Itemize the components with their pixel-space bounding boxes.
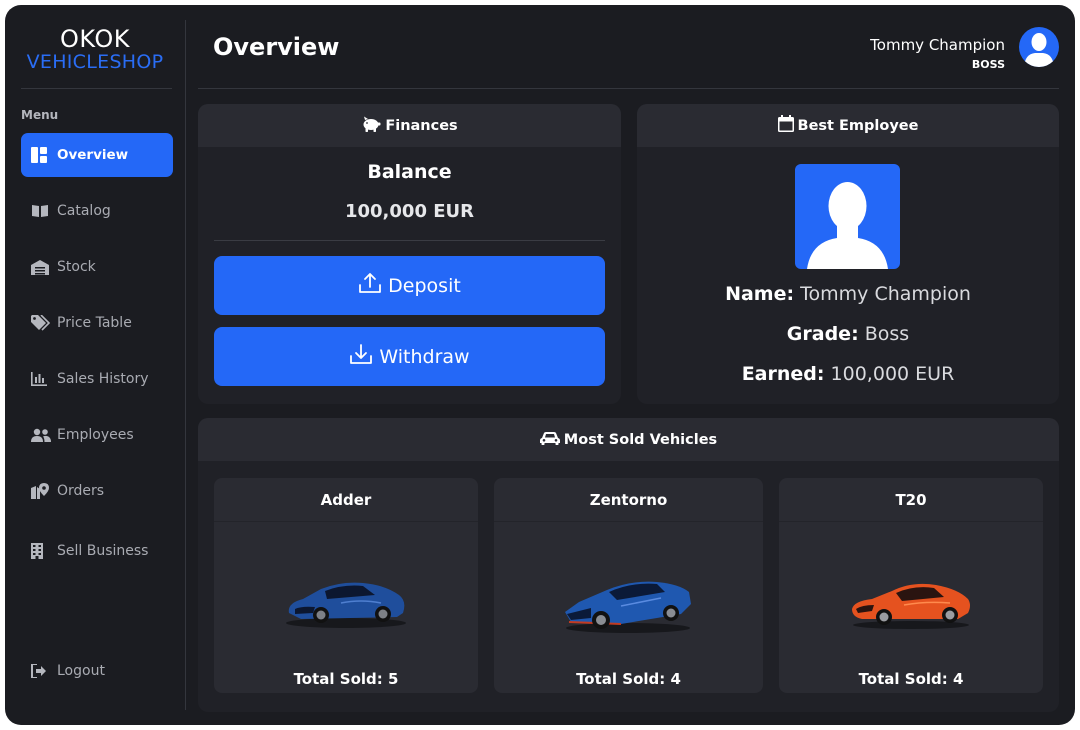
employee-grade-row: Grade: Boss: [637, 323, 1059, 345]
employee-grade-label: Grade:: [786, 323, 859, 345]
vehicle-image: [494, 538, 763, 668]
balance-value: 100,000 EUR: [344, 201, 475, 222]
sidebar-item-sales-history[interactable]: Sales History: [21, 357, 173, 401]
most-sold-panel: Most Sold Vehicles Adder Total Sold: 5 Z…: [198, 418, 1059, 712]
balance-label: Balance: [367, 161, 452, 183]
dashboard-icon: [31, 147, 53, 163]
sidebar-item-label: Sell Business: [57, 543, 149, 559]
sidebar-item-label: Price Table: [57, 315, 132, 331]
warehouse-icon: [31, 259, 53, 275]
piggy-bank-icon: [361, 116, 381, 136]
logout-button[interactable]: Logout: [21, 649, 173, 693]
car-icon: [539, 431, 560, 449]
sidebar-item-label: Sales History: [57, 371, 149, 387]
user-grade: BOSS: [971, 58, 1005, 71]
calendar-icon: [777, 115, 794, 136]
user-name: Tommy Champion: [870, 36, 1005, 54]
sidebar-item-employees[interactable]: Employees: [21, 413, 173, 457]
best-employee-header: Best Employee: [637, 104, 1059, 147]
sidebar-item-overview[interactable]: Overview: [21, 133, 173, 177]
logout-label: Logout: [57, 663, 105, 679]
sign-out-icon: [31, 663, 53, 679]
employee-grade-value: Boss: [864, 323, 910, 345]
brand-logo-bottom: VEHICLESHOP: [26, 51, 164, 73]
vehicle-name: T20: [779, 478, 1043, 522]
upload-icon: [358, 272, 382, 299]
sidebar-item-catalog[interactable]: Catalog: [21, 189, 173, 233]
finances-title: Finances: [385, 117, 458, 134]
sidebar-divider: [185, 20, 186, 710]
vehicle-total-sold: Total Sold: 4: [576, 670, 681, 688]
most-sold-header: Most Sold Vehicles: [198, 418, 1059, 461]
sidebar-item-sell-business[interactable]: Sell Business: [21, 529, 173, 573]
vehicle-image: [779, 538, 1043, 668]
book-icon: [31, 203, 53, 219]
vehicle-name: Zentorno: [494, 478, 763, 522]
vehicle-card-zentorno[interactable]: Zentorno Total Sold: 4: [494, 478, 763, 693]
employee-name-row: Name: Tommy Champion: [637, 283, 1059, 305]
vehicle-card-t20[interactable]: T20 Total Sold: 4: [779, 478, 1043, 693]
header-divider: [198, 88, 1059, 89]
bar-chart-icon: [31, 371, 53, 387]
page-title: Overview: [213, 33, 340, 61]
employee-earned-row: Earned: 100,000 EUR: [637, 363, 1059, 385]
employee-earned-value: 100,000 EUR: [830, 363, 955, 385]
menu-title: Menu: [21, 108, 59, 122]
vehicle-name: Adder: [214, 478, 478, 522]
sidebar-item-label: Employees: [57, 427, 134, 443]
sidebar-item-stock[interactable]: Stock: [21, 245, 173, 289]
tags-icon: [31, 315, 53, 331]
app-window: OKOK VEHICLESHOP Menu Overview Catalog S…: [5, 5, 1075, 725]
finances-header: Finances: [198, 104, 621, 147]
employee-earned-label: Earned:: [741, 363, 825, 385]
brand-logo: OKOK VEHICLESHOP: [5, 27, 185, 72]
vehicle-card-adder[interactable]: Adder Total Sold: 5: [214, 478, 478, 693]
sidebar-item-label: Catalog: [57, 203, 111, 219]
most-sold-title: Most Sold Vehicles: [563, 431, 718, 448]
employee-name-label: Name:: [725, 283, 795, 305]
best-employee-panel: Best Employee Name: Tommy Champion Grade…: [637, 104, 1059, 404]
best-employee-title: Best Employee: [797, 117, 919, 134]
divider: [21, 88, 172, 89]
download-icon: [349, 343, 373, 370]
sidebar-item-price-table[interactable]: Price Table: [21, 301, 173, 345]
vehicle-image: [214, 538, 478, 668]
brand-logo-top: OKOK: [60, 25, 130, 53]
sidebar-item-label: Overview: [57, 147, 129, 163]
withdraw-label: Withdraw: [379, 345, 470, 368]
vehicle-total-sold: Total Sold: 4: [858, 670, 964, 688]
sidebar: OKOK VEHICLESHOP Menu Overview Catalog S…: [5, 5, 185, 725]
user-avatar-icon[interactable]: [1019, 27, 1059, 67]
sidebar-item-orders[interactable]: Orders: [21, 469, 173, 513]
building-icon: [31, 543, 53, 559]
sidebar-item-label: Stock: [57, 259, 96, 275]
finances-panel: Finances Balance 100,000 EUR Deposit Wit…: [198, 104, 621, 404]
map-pin-icon: [31, 483, 53, 499]
users-icon: [31, 427, 53, 443]
sidebar-item-label: Orders: [57, 483, 105, 499]
divider: [214, 240, 605, 241]
employee-name-value: Tommy Champion: [800, 283, 971, 305]
withdraw-button[interactable]: Withdraw: [214, 327, 605, 386]
vehicle-total-sold: Total Sold: 5: [293, 670, 399, 688]
employee-avatar-icon: [795, 164, 900, 269]
deposit-label: Deposit: [388, 274, 461, 297]
deposit-button[interactable]: Deposit: [214, 256, 605, 315]
